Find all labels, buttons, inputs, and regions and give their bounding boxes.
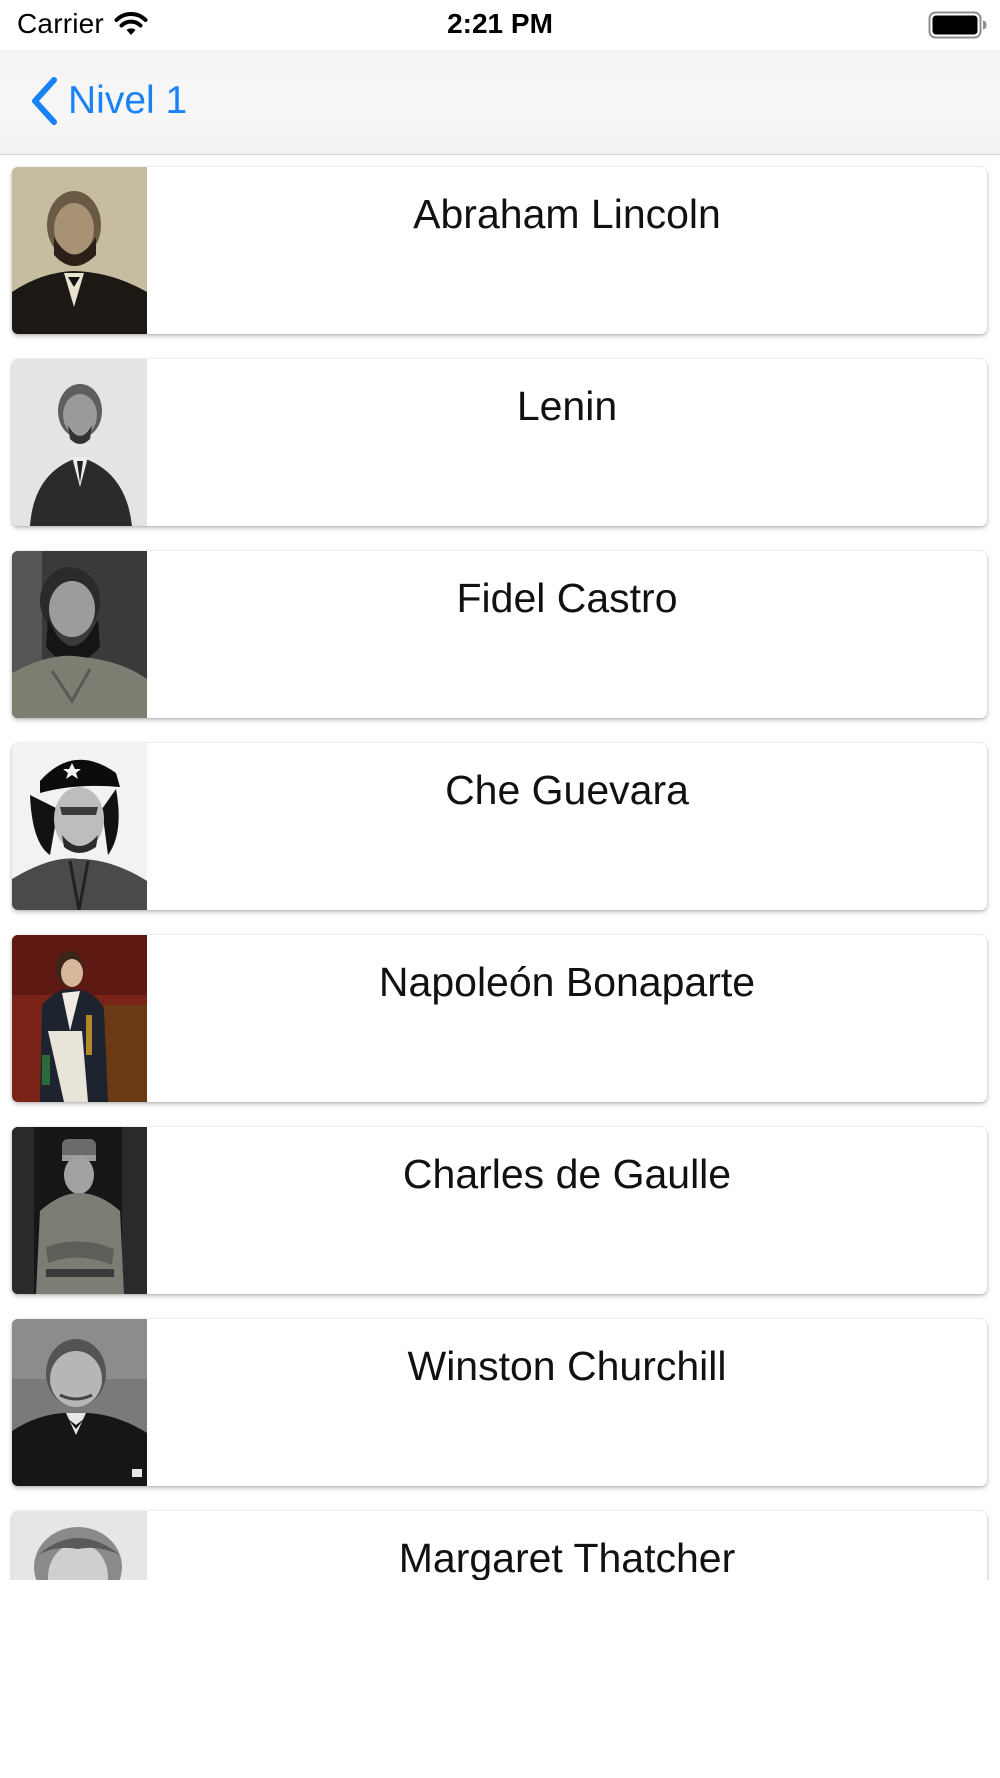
portrait-image xyxy=(12,935,147,1102)
back-button[interactable]: Nivel 1 xyxy=(28,70,187,132)
list-item[interactable]: Margaret Thatcher xyxy=(12,1511,987,1580)
list-item[interactable]: Fidel Castro xyxy=(12,551,987,718)
person-name: Lenin xyxy=(516,383,618,429)
list-item[interactable]: Winston Churchill xyxy=(12,1319,987,1486)
person-name: Winston Churchill xyxy=(407,1343,727,1389)
list-item[interactable]: Charles de Gaulle xyxy=(12,1127,987,1294)
portrait-image xyxy=(12,167,147,334)
portrait-image xyxy=(12,1511,147,1580)
chevron-left-icon xyxy=(32,77,57,125)
portrait-image xyxy=(12,359,147,526)
person-name: Charles de Gaulle xyxy=(402,1151,732,1197)
person-name: Napoleón Bonaparte xyxy=(378,959,756,1005)
person-name: Abraham Lincoln xyxy=(413,191,721,237)
list-item[interactable]: Lenin xyxy=(12,359,987,526)
portrait-image xyxy=(12,743,147,910)
status-bar: Carrier 2:21 PM xyxy=(0,0,1000,50)
portrait-image xyxy=(12,551,147,718)
person-name: Fidel Castro xyxy=(456,575,678,621)
navigation-bar: Nivel 1 xyxy=(0,50,1000,155)
battery-icon xyxy=(928,11,987,39)
list-item[interactable]: Napoleón Bonaparte xyxy=(12,935,987,1102)
clock: 2:21 PM xyxy=(447,8,553,39)
person-name: Margaret Thatcher xyxy=(398,1535,736,1580)
portrait-image xyxy=(12,1127,147,1294)
people-list[interactable]: Abraham Lincoln Lenin Fidel Castro Che G… xyxy=(0,155,1000,1580)
portrait-image xyxy=(12,1319,147,1486)
list-item[interactable]: Abraham Lincoln xyxy=(12,167,987,334)
person-name: Che Guevara xyxy=(445,767,689,813)
list-item[interactable]: Che Guevara xyxy=(12,743,987,910)
empty-area xyxy=(0,1580,1000,1778)
back-label: Nivel 1 xyxy=(68,79,188,122)
